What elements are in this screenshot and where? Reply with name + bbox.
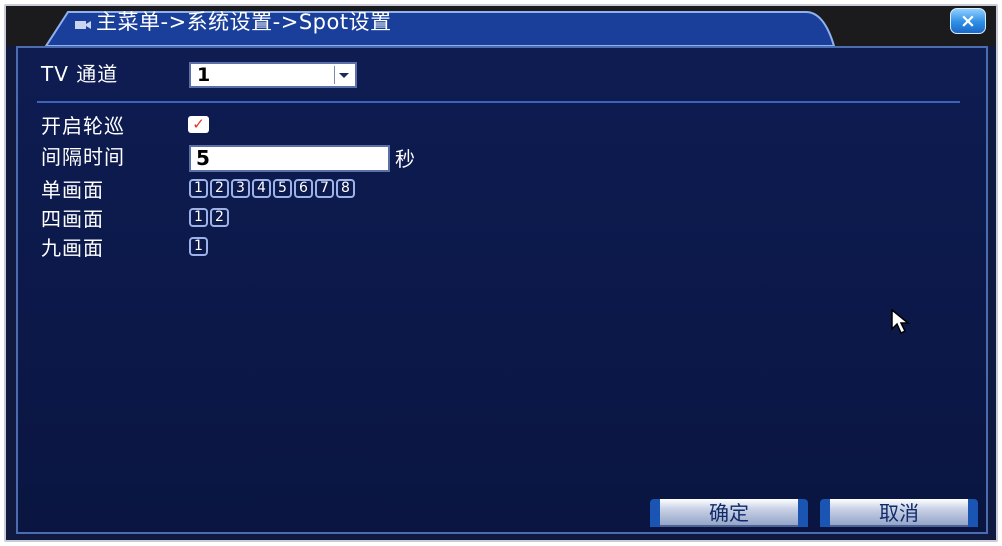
quad-screen-label: 四画面 <box>41 207 104 231</box>
close-button[interactable]: × <box>950 8 986 34</box>
settings-panel <box>16 46 988 534</box>
single-screen-button-5[interactable]: 5 <box>273 179 292 198</box>
interval-unit: 秒 <box>395 147 416 171</box>
quad-screen-button-1[interactable]: 1 <box>189 208 208 227</box>
single-screen-label: 单画面 <box>41 178 104 202</box>
video-icon <box>75 16 91 29</box>
single-screen-button-4[interactable]: 4 <box>252 179 271 198</box>
spot-settings-window: 主菜单->系统设置->Spot设置 × TV 通道 1 开启轮巡 ✓ 间隔时间 … <box>0 0 1002 546</box>
interval-value: 5 <box>196 146 210 170</box>
interval-input[interactable]: 5 <box>189 145 390 172</box>
ok-button[interactable]: 确定 <box>650 499 808 527</box>
single-screen-button-3[interactable]: 3 <box>231 179 250 198</box>
section-divider <box>37 101 960 103</box>
mouse-pointer-icon <box>891 308 911 339</box>
single-screen-button-1[interactable]: 1 <box>189 179 208 198</box>
cancel-button[interactable]: 取消 <box>820 499 978 527</box>
interval-label: 间隔时间 <box>41 145 125 169</box>
quad-screen-button-2[interactable]: 2 <box>210 208 229 227</box>
nine-screen-button-1[interactable]: 1 <box>189 237 208 256</box>
single-screen-button-8[interactable]: 8 <box>336 179 355 198</box>
tv-channel-label: TV 通道 <box>41 62 119 86</box>
enable-tour-label: 开启轮巡 <box>41 114 125 138</box>
enable-tour-checkbox[interactable]: ✓ <box>188 116 209 133</box>
single-screen-button-6[interactable]: 6 <box>294 179 313 198</box>
tv-channel-select[interactable]: 1 <box>189 62 357 88</box>
tv-channel-value: 1 <box>197 64 211 86</box>
window-title: 主菜单->系统设置->Spot设置 <box>96 10 392 34</box>
nine-screen-label: 九画面 <box>41 236 104 260</box>
single-screen-button-7[interactable]: 7 <box>315 179 334 198</box>
chevron-down-icon <box>334 66 353 84</box>
single-screen-button-2[interactable]: 2 <box>210 179 229 198</box>
